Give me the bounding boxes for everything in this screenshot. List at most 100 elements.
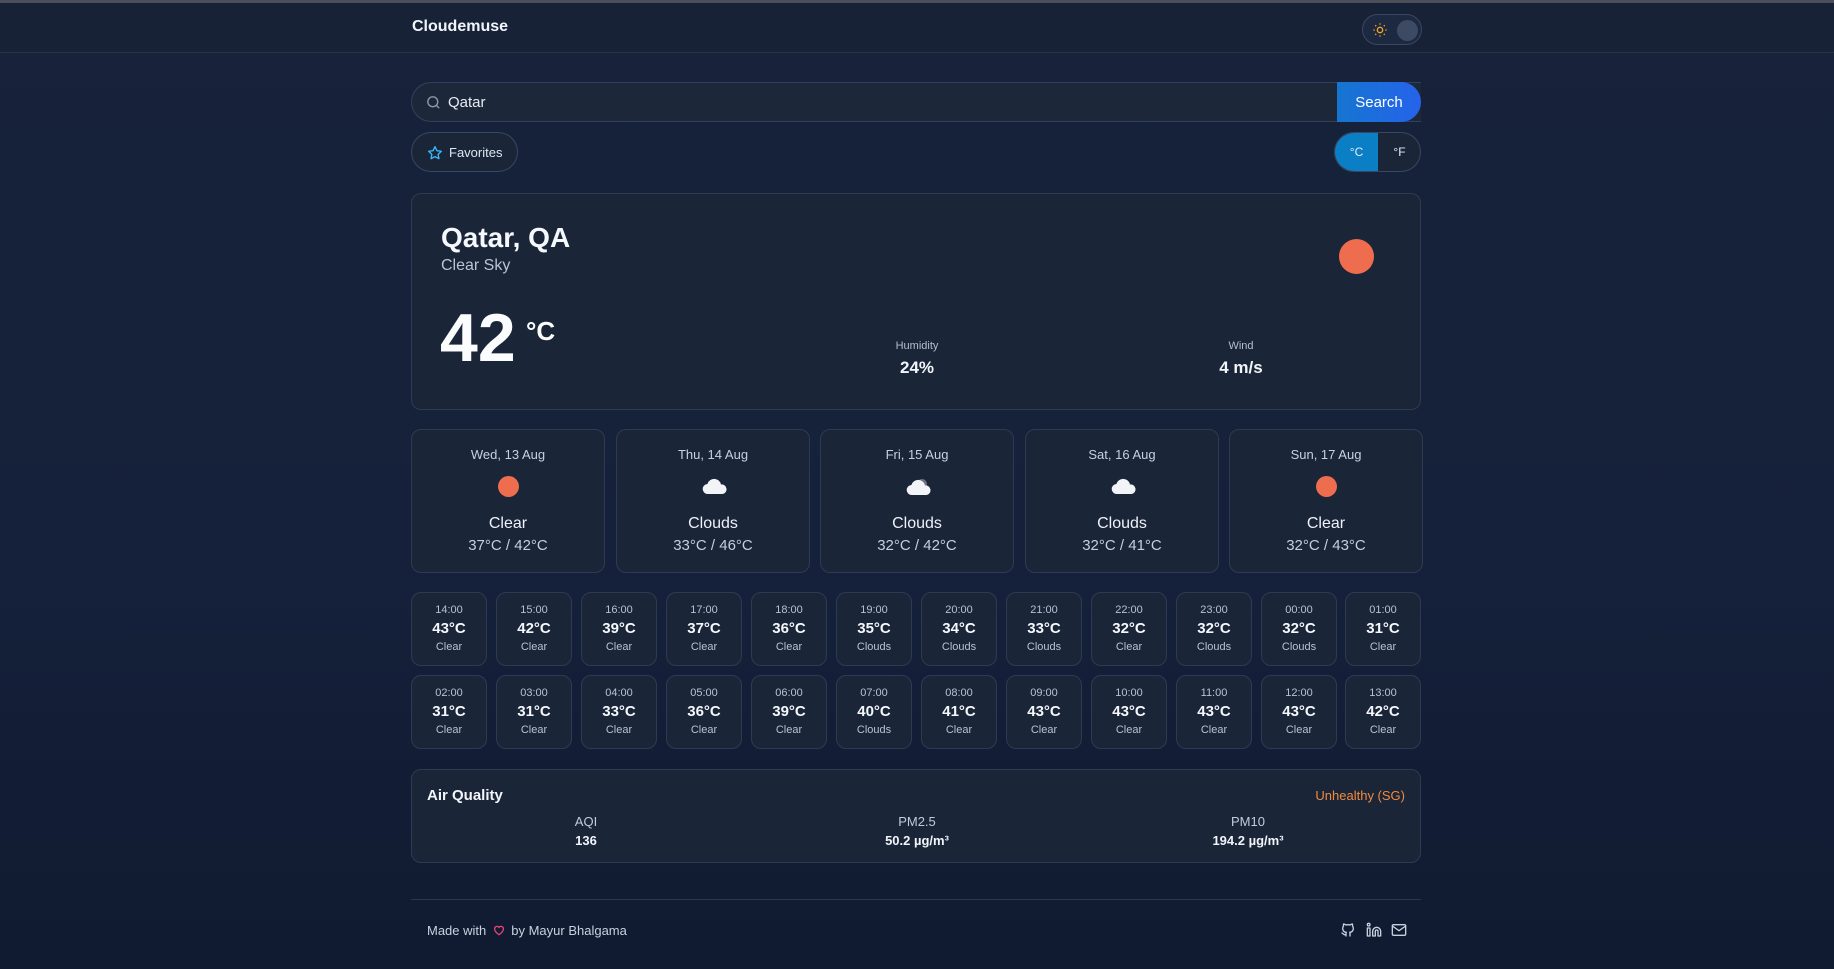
- github-icon[interactable]: [1340, 922, 1356, 938]
- hourly-card: 02:00 31°C Clear: [411, 675, 487, 749]
- search-input[interactable]: [448, 83, 1408, 121]
- heart-icon: [494, 925, 505, 936]
- forecast-date: Sat, 16 Aug: [1088, 447, 1156, 462]
- hour-condition: Clear: [1200, 724, 1228, 736]
- hour-condition: Clear: [1115, 724, 1143, 736]
- hour-temp: 34°C: [942, 620, 976, 637]
- humidity-value: 24%: [899, 358, 935, 377]
- cloud-icon: [906, 479, 931, 496]
- sun-icon: [1373, 23, 1387, 37]
- hour-condition: Clear: [775, 641, 803, 653]
- hourly-card: 11:00 43°C Clear: [1176, 675, 1252, 749]
- hourly-card: 01:00 31°C Clear: [1345, 592, 1421, 666]
- aqi-value: 136: [575, 833, 597, 848]
- humidity-stat: Humidity 24%: [857, 340, 977, 378]
- favorites-label: Favorites: [449, 145, 503, 160]
- city-name: Qatar, QA: [441, 222, 571, 253]
- hour-temp: 35°C: [857, 620, 891, 637]
- hour-condition: Clouds: [1281, 641, 1317, 653]
- pm10-label: PM10: [1231, 814, 1265, 829]
- forecast-day-card: Sun, 17 Aug Clear 32°C / 43°C: [1229, 429, 1423, 573]
- linkedin-icon[interactable]: [1366, 922, 1382, 938]
- hour-condition: Clouds: [941, 641, 977, 653]
- hour-condition: Clouds: [1026, 641, 1062, 653]
- mail-icon[interactable]: [1391, 922, 1407, 938]
- hour-temp: 43°C: [432, 620, 466, 637]
- hour-time: 09:00: [1030, 687, 1058, 699]
- favorites-button[interactable]: Favorites: [411, 132, 518, 172]
- forecast-range: 37°C / 42°C: [468, 537, 548, 554]
- search-icon: [427, 96, 440, 109]
- forecast-day-card: Wed, 13 Aug Clear 37°C / 42°C: [411, 429, 605, 573]
- unit-fahrenheit-button[interactable]: °F: [1378, 133, 1420, 171]
- pm25-label: PM2.5: [898, 814, 936, 829]
- temperature-unit: °C: [526, 316, 556, 346]
- hour-condition: Clear: [605, 724, 633, 736]
- wind-stat: Wind 4 m/s: [1181, 340, 1301, 378]
- air-quality-title: Air Quality: [427, 787, 503, 804]
- hour-time: 15:00: [520, 604, 548, 616]
- forecast-condition: Clear: [1306, 515, 1346, 532]
- pm10-metric: PM10 194.2 µg/m³: [1148, 814, 1348, 848]
- search-button[interactable]: Search: [1337, 82, 1421, 122]
- hour-time: 05:00: [690, 687, 718, 699]
- hour-temp: 32°C: [1197, 620, 1231, 637]
- hour-temp: 31°C: [517, 703, 551, 720]
- app-header: Cloudemuse: [0, 3, 1834, 53]
- hour-temp: 36°C: [687, 703, 721, 720]
- hourly-card: 23:00 32°C Clouds: [1176, 592, 1252, 666]
- hour-time: 07:00: [860, 687, 888, 699]
- hourly-card: 22:00 32°C Clear: [1091, 592, 1167, 666]
- hour-temp: 43°C: [1282, 703, 1316, 720]
- forecast-condition: Clear: [488, 515, 528, 532]
- hour-condition: Clear: [775, 724, 803, 736]
- hour-condition: Clear: [1369, 724, 1397, 736]
- hour-temp: 43°C: [1027, 703, 1061, 720]
- hour-temp: 43°C: [1112, 703, 1146, 720]
- pm10-value: 194.2 µg/m³: [1212, 833, 1284, 848]
- brand-logo[interactable]: Cloudemuse: [412, 18, 508, 36]
- forecast-range: 32°C / 42°C: [877, 537, 957, 554]
- hour-temp: 40°C: [857, 703, 891, 720]
- hourly-card: 17:00 37°C Clear: [666, 592, 742, 666]
- hour-temp: 31°C: [432, 703, 466, 720]
- hourly-card: 09:00 43°C Clear: [1006, 675, 1082, 749]
- hour-temp: 42°C: [517, 620, 551, 637]
- hour-condition: Clear: [690, 641, 718, 653]
- hour-temp: 36°C: [772, 620, 806, 637]
- hour-temp: 32°C: [1112, 620, 1146, 637]
- hour-time: 21:00: [1030, 604, 1058, 616]
- hour-condition: Clouds: [856, 724, 892, 736]
- current-temperature: 42: [440, 300, 516, 376]
- hour-time: 13:00: [1369, 687, 1397, 699]
- hour-condition: Clear: [945, 724, 973, 736]
- hourly-card: 06:00 39°C Clear: [751, 675, 827, 749]
- hour-condition: Clear: [605, 641, 633, 653]
- aqi-label: AQI: [574, 814, 598, 829]
- hour-temp: 37°C: [687, 620, 721, 637]
- wind-value: 4 m/s: [1219, 358, 1263, 377]
- hour-time: 20:00: [945, 604, 973, 616]
- footer-credit: Made with by Mayur Bhalgama: [427, 923, 627, 938]
- hour-time: 01:00: [1369, 604, 1397, 616]
- theme-toggle[interactable]: [1362, 14, 1422, 45]
- hourly-card: 18:00 36°C Clear: [751, 592, 827, 666]
- hour-time: 12:00: [1285, 687, 1313, 699]
- forecast-date: Fri, 15 Aug: [885, 447, 949, 462]
- hour-time: 08:00: [945, 687, 973, 699]
- hourly-card: 13:00 42°C Clear: [1345, 675, 1421, 749]
- hour-condition: Clear: [520, 724, 548, 736]
- forecast-condition: Clouds: [688, 515, 738, 532]
- hour-condition: Clear: [1115, 641, 1143, 653]
- hour-condition: Clouds: [1196, 641, 1232, 653]
- forecast-condition: Clouds: [892, 515, 942, 532]
- sun-icon: [1339, 239, 1374, 274]
- hour-temp: 33°C: [602, 703, 636, 720]
- cloud-icon: [1111, 478, 1136, 495]
- hour-time: 18:00: [775, 604, 803, 616]
- author-text: by Mayur Bhalgama: [511, 923, 627, 938]
- hour-time: 10:00: [1115, 687, 1143, 699]
- hour-time: 17:00: [690, 604, 718, 616]
- pm25-metric: PM2.5 50.2 µg/m³: [817, 814, 1017, 848]
- unit-celsius-button[interactable]: °C: [1335, 133, 1378, 171]
